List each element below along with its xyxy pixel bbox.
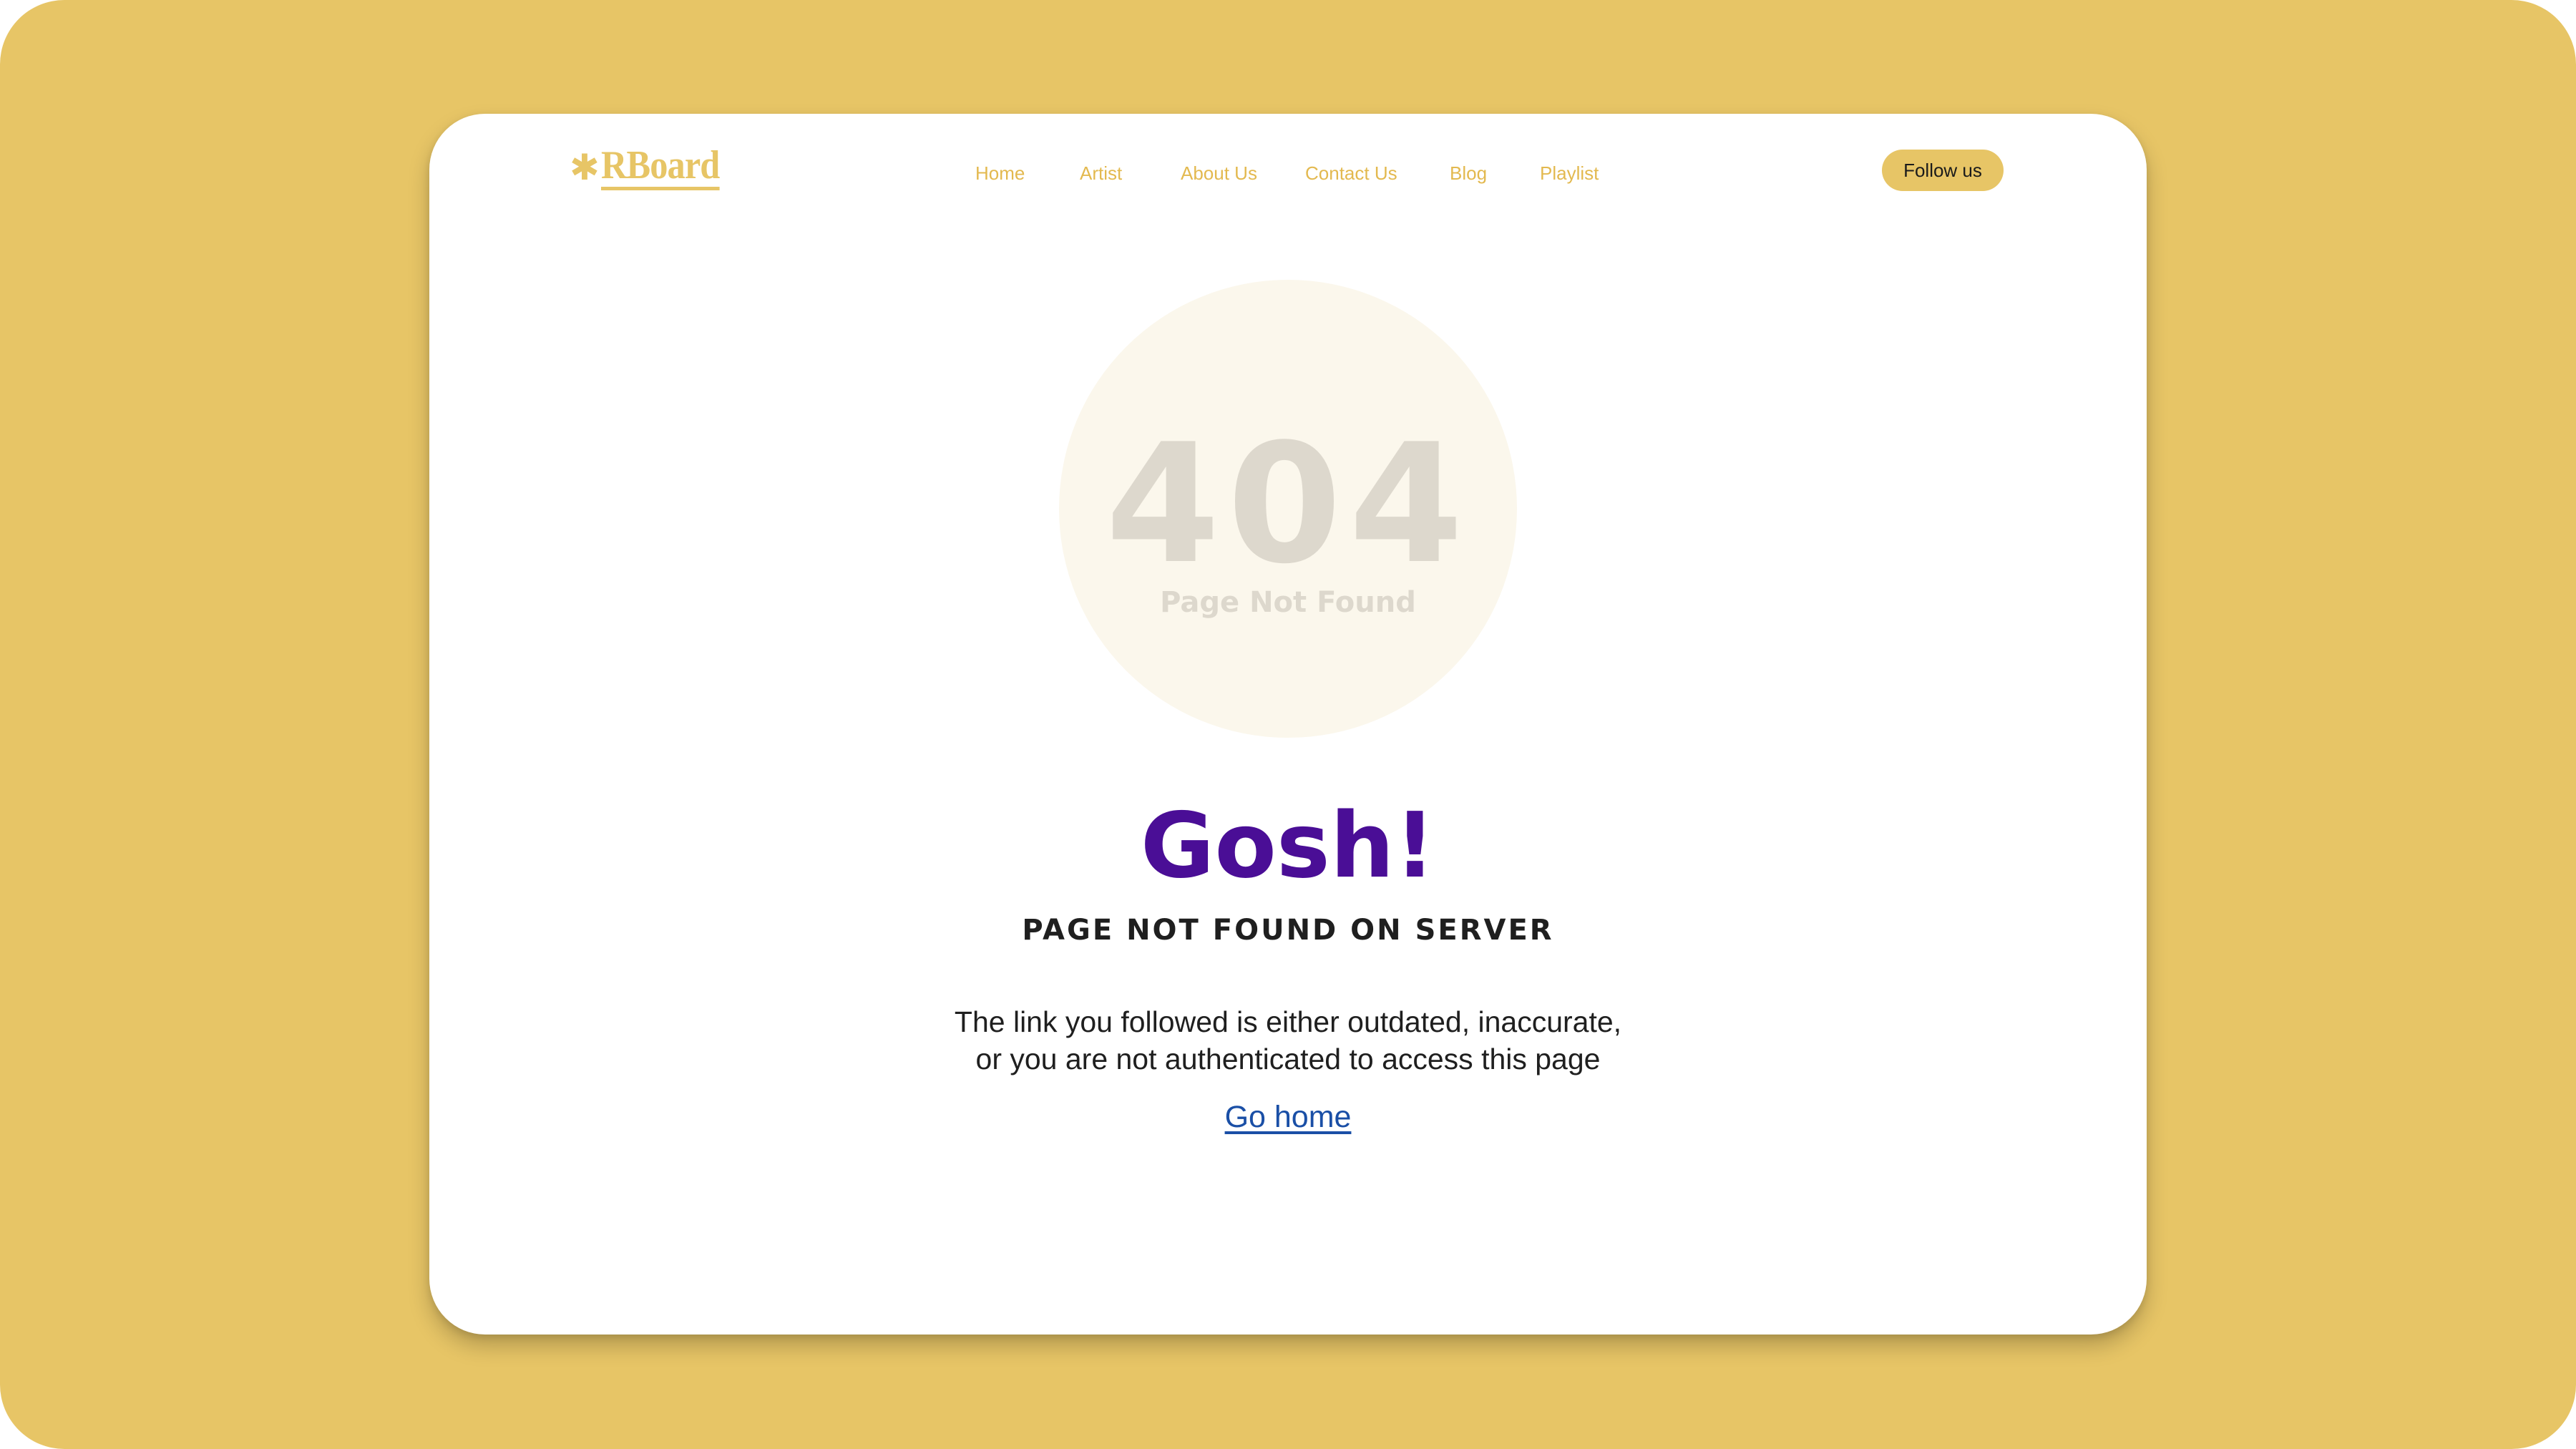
error-code-caption: Page Not Found <box>1160 586 1416 619</box>
page-background: ✱ RBoard Home Artist About Us Contact Us… <box>0 0 2576 1449</box>
go-home-container: Go home <box>429 1100 2147 1135</box>
logo-figure-icon: ✱ <box>570 147 600 188</box>
error-code-badge: 404 Page Not Found <box>1059 280 1517 738</box>
nav-link-home[interactable]: Home <box>975 162 1025 185</box>
error-description: The link you followed is either outdated… <box>429 1003 2147 1078</box>
nav-link-blog[interactable]: Blog <box>1450 162 1487 185</box>
error-subheadline: PAGE NOT FOUND ON SERVER <box>1022 914 1554 947</box>
nav-link-contact-us[interactable]: Contact Us <box>1305 162 1397 185</box>
error-description-line-1: The link you followed is either outdated… <box>954 1005 1622 1038</box>
logo-wordmark: RBoard <box>600 145 720 190</box>
follow-us-button[interactable]: Follow us <box>1882 150 2004 191</box>
nav-link-playlist[interactable]: Playlist <box>1540 162 1599 185</box>
top-navigation: ✱ RBoard Home Artist About Us Contact Us… <box>429 114 2147 228</box>
error-headline: Gosh! <box>1140 793 1436 898</box>
nav-link-about-us[interactable]: About Us <box>1181 162 1257 185</box>
nav-link-artist[interactable]: Artist <box>1080 162 1122 185</box>
error-description-line-2: or you are not authenticated to access t… <box>975 1043 1601 1075</box>
site-logo[interactable]: ✱ RBoard <box>570 145 733 190</box>
browser-window: ✱ RBoard Home Artist About Us Contact Us… <box>429 114 2147 1335</box>
go-home-link[interactable]: Go home <box>1225 1100 1352 1134</box>
error-code: 404 <box>1105 409 1471 600</box>
